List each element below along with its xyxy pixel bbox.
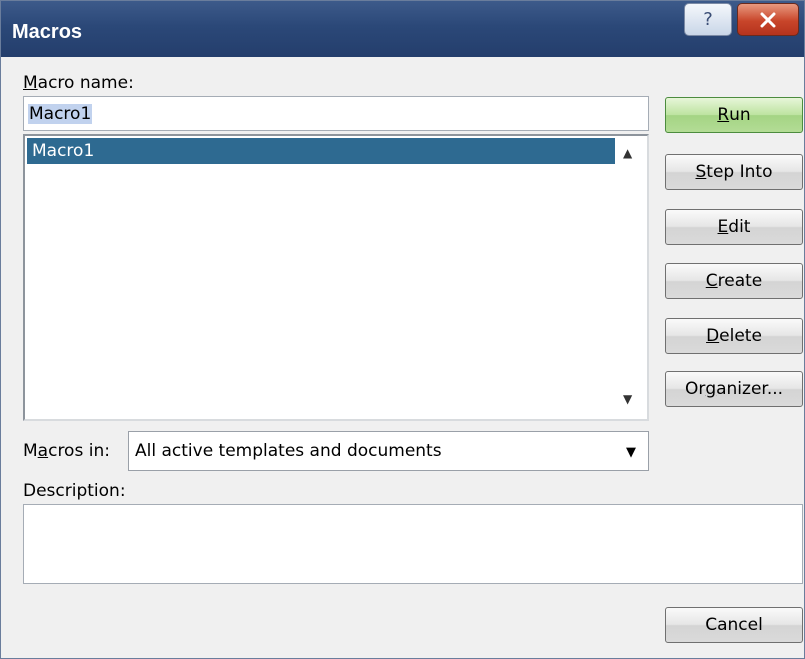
help-button[interactable]: ? [684,3,732,36]
close-button[interactable] [737,3,799,36]
scroll-down-icon[interactable]: ▼ [623,392,632,406]
macro-list[interactable]: Macro1 ▲ ▼ [23,134,649,421]
macro-name-label: Macro name: [23,73,134,93]
dialog-title: Macros [12,21,83,43]
help-glyph: ? [703,9,713,30]
macros-in-select[interactable]: All active templates and documents ▼ [128,431,649,471]
description-box [23,504,803,584]
macro-name-value: Macro1 [28,103,93,124]
macro-name-input[interactable]: Macro1 [23,96,649,131]
macros-in-label: Macros in: [23,441,110,461]
run-button[interactable]: Run [665,97,803,133]
organizer-button[interactable]: Or g anizer... [665,371,803,407]
title-bar[interactable]: Macros ? [1,1,804,57]
scroll-up-icon[interactable]: ▲ [623,146,632,160]
delete-button[interactable]: Delete [665,318,803,354]
cancel-button[interactable]: Cancel [665,607,803,643]
description-label: Description: [23,481,126,501]
macros-in-value: All active templates and documents [135,441,442,461]
edit-button[interactable]: Edit [665,209,803,245]
macros-dialog: Macros ? Macro name: Macro1 Macro1 ▲ ▼ R… [0,0,805,659]
step-into-button[interactable]: Step Into [665,154,803,190]
close-icon [760,12,776,27]
create-button[interactable]: Create [665,263,803,299]
list-item[interactable]: Macro1 [27,138,615,164]
chevron-down-icon[interactable]: ▼ [626,445,636,460]
